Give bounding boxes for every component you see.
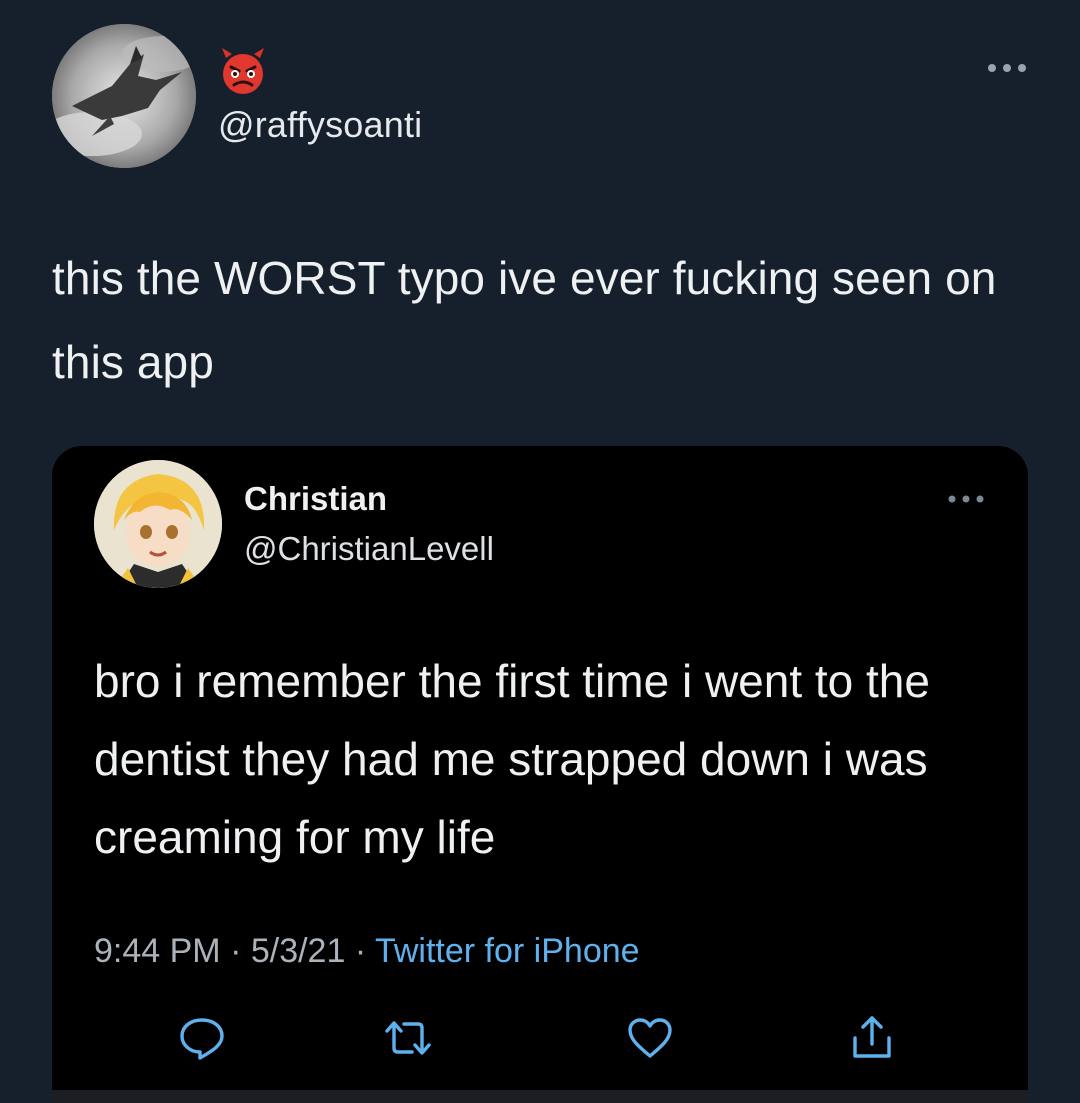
outer-tweet-text: this the WORST typo ive ever fucking see… [52, 252, 997, 388]
quoted-tweet-name[interactable]: Christian [244, 480, 387, 518]
meta-separator: · [220, 932, 251, 970]
reply-icon[interactable] [176, 1012, 228, 1064]
tweet-source-link[interactable]: Twitter for iPhone [375, 932, 640, 970]
outer-tweet-handle[interactable]: @raffysoanti [218, 104, 422, 146]
share-icon[interactable] [846, 1012, 898, 1064]
tweet-action-bar [52, 1012, 1028, 1072]
quoted-tweet-text: bro i remember the first time i went to … [94, 655, 930, 863]
angry-devil-emoji-icon [218, 46, 268, 96]
outer-tweet: @raffysoanti this the WORST typo ive eve… [0, 0, 1080, 1103]
tweet-time: 9:44 PM [94, 932, 221, 970]
quoted-tweet-card[interactable]: Christian @ChristianLevell bro i remembe… [52, 446, 1028, 1103]
meta-separator: · [345, 932, 375, 970]
tweet-date: 5/3/21 [250, 932, 346, 970]
card-bottom-divider [52, 1090, 1028, 1103]
christian-avatar[interactable] [94, 460, 222, 588]
more-dots-icon[interactable] [986, 58, 1028, 78]
like-icon[interactable] [624, 1012, 676, 1064]
more-dots-icon[interactable] [946, 492, 986, 504]
retweet-icon[interactable] [382, 1012, 434, 1064]
quoted-tweet-handle[interactable]: @ChristianLevell [244, 530, 494, 568]
raffysoanti-avatar[interactable] [52, 24, 196, 168]
quoted-tweet-meta: 9:44 PM · 5/3/21 · Twitter for iPhone [94, 932, 640, 971]
